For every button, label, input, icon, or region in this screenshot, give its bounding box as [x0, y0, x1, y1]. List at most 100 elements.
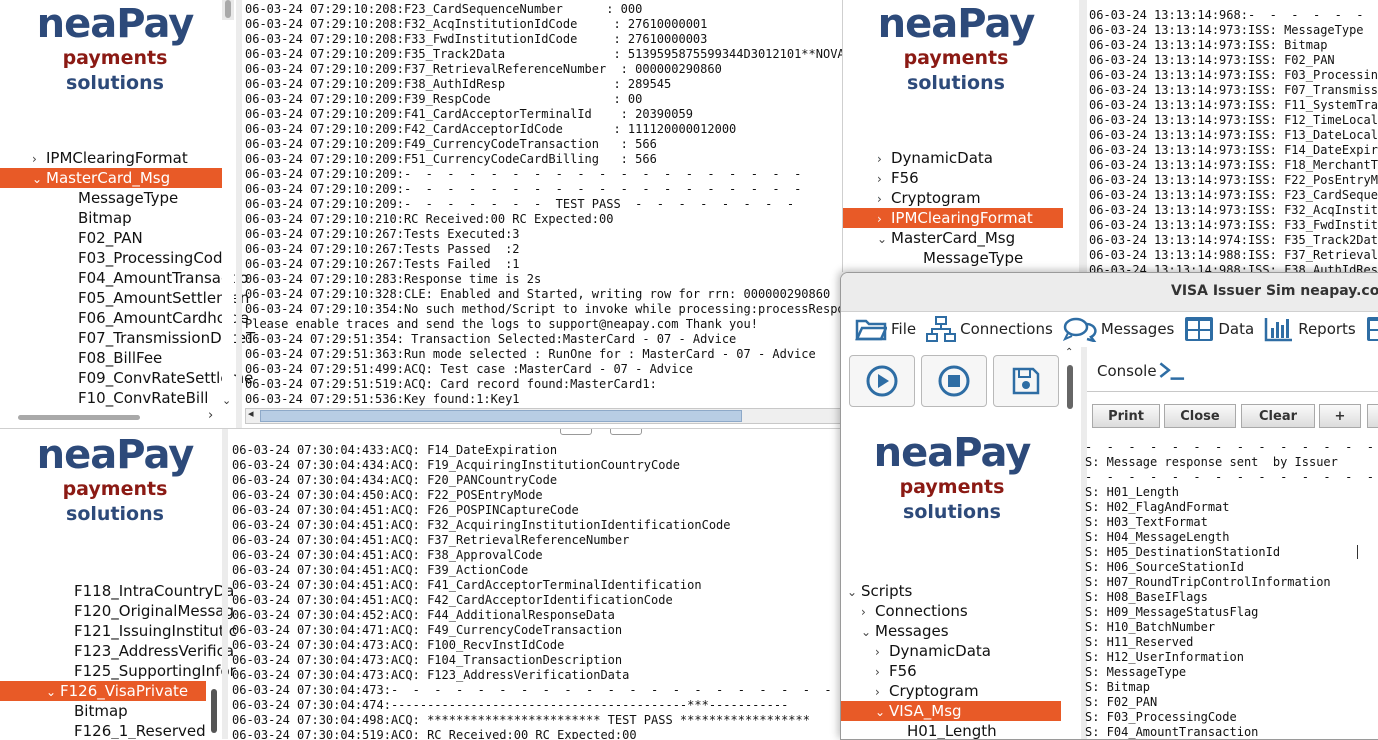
w1-tree-top-scrollbar[interactable]: [222, 0, 234, 20]
scroll-up-icon[interactable]: ⌃: [1065, 347, 1073, 358]
tree-item[interactable]: F121_IssuingInstitutic: [0, 621, 237, 641]
tree-item[interactable]: F06_AmountCardholde: [0, 308, 249, 328]
w1-log-divider[interactable]: [236, 0, 242, 428]
menu-data-label: Data: [1218, 320, 1255, 338]
log-line: S: H03_TextFormat: [1085, 515, 1208, 529]
log-line: 06-03-24 07:30:04:451:ACQ: F38_ApprovalC…: [232, 548, 543, 562]
tree-item[interactable]: F04_AmountTransactio: [0, 268, 248, 288]
stop-button[interactable]: [921, 355, 987, 407]
tree-item[interactable]: F118_IntraCountryDa: [0, 581, 234, 601]
tree-item[interactable]: F120_OriginalMessag: [0, 601, 234, 621]
window-visa-acquirer: neaPay payments solutions F118_IntraCoun…: [0, 428, 842, 739]
w2-message-tree: F118_IntraCountryDa F120_OriginalMessag F1…: [0, 581, 237, 739]
tree-item[interactable]: › F56: [843, 168, 1063, 188]
chevron-down-icon[interactable]: ⌄: [861, 622, 875, 642]
w1-tree-hscroll[interactable]: ›: [0, 408, 222, 424]
tree-item[interactable]: F09_ConvRateSettleme: [0, 368, 253, 388]
tree-item[interactable]: › Connections: [841, 601, 1061, 621]
run-button[interactable]: [849, 355, 915, 407]
log-line: 06-03-24 07:30:04:434:ACQ: F20_PANCountr…: [232, 473, 558, 487]
menu-more[interactable]: [1366, 316, 1378, 342]
log-line: 06-03-24 07:30:04:434:ACQ: F19_Acquiring…: [232, 458, 680, 472]
w4-left-vscroll[interactable]: ⌃: [1065, 347, 1075, 411]
tree-item-label: Scripts: [861, 582, 913, 600]
w3-log-divider[interactable]: [1079, 0, 1087, 272]
save-icon: [1012, 367, 1040, 395]
log-line: 06-03-24 13:13:14:973:ISS: F23_CardSeque…: [1089, 188, 1378, 202]
tree-item[interactable]: F125_SupportingInfor: [0, 661, 236, 681]
scroll-down-icon[interactable]: ⌄: [222, 394, 231, 407]
tree-item[interactable]: ⌄ Messages: [841, 621, 1061, 641]
chevron-right-icon[interactable]: ›: [877, 189, 891, 209]
tree-item[interactable]: ⌄ VISA_Msg: [841, 701, 1061, 721]
chevron-down-icon[interactable]: ⌄: [877, 229, 891, 249]
w2-log-divider[interactable]: [222, 429, 228, 739]
chevron-right-icon[interactable]: ›: [877, 209, 891, 229]
menu-reports[interactable]: Reports: [1264, 316, 1356, 342]
tree-item[interactable]: › F56: [841, 661, 1061, 681]
clear-button[interactable]: Clear: [1241, 404, 1315, 428]
add-button[interactable]: +: [1319, 404, 1361, 428]
log-line: 06-03-24 07:30:04:498:ACQ: *************…: [232, 713, 810, 727]
chevron-down-icon[interactable]: ⌄: [875, 702, 889, 722]
print-button[interactable]: Print: [1092, 404, 1160, 428]
tree-item[interactable]: F02_PAN: [0, 228, 222, 248]
chevron-down-icon[interactable]: ⌄: [32, 169, 46, 189]
menu-data[interactable]: Data: [1184, 316, 1254, 342]
tree-item[interactable]: › IPMClearingFormat: [843, 208, 1063, 228]
window-title: VISA Issuer Sim neapay.com L: [1171, 283, 1378, 299]
menu-connections[interactable]: Connections: [926, 316, 1053, 342]
chevron-right-icon[interactable]: ›: [877, 169, 891, 189]
tree-item[interactable]: F08_BillFee: [0, 348, 222, 368]
scroll-left-icon[interactable]: ◂: [248, 407, 254, 420]
tree-item[interactable]: › Cryptogram: [843, 188, 1063, 208]
w4-titlebar[interactable]: VISA Issuer Sim neapay.com L: [841, 273, 1378, 312]
tree-item-label: MessageType: [923, 249, 1024, 267]
tree-item[interactable]: MessageType: [0, 188, 222, 208]
log-line: 06-03-24 07:29:10:209:F51_CurrencyCodeCa…: [245, 152, 657, 166]
chevron-right-icon[interactable]: ›: [861, 602, 875, 622]
tree-item[interactable]: Bitmap: [0, 208, 222, 228]
tree-item[interactable]: F03_ProcessingCode: [0, 248, 232, 268]
menu-messages[interactable]: Messages: [1062, 316, 1174, 342]
tree-item[interactable]: F10_ConvRateBill: [0, 388, 222, 408]
w1-tree-vscroll[interactable]: ⌄: [222, 148, 234, 410]
chevron-right-icon[interactable]: ›: [32, 149, 46, 169]
tab-console[interactable]: Console: [1091, 353, 1187, 389]
tree-item[interactable]: F123_AddressVerifica: [0, 641, 234, 661]
w1-log-hscroll[interactable]: ◂: [245, 407, 842, 424]
chevron-right-icon[interactable]: ›: [875, 662, 889, 682]
tree-item-label: F118_IntraCountryDa: [74, 582, 235, 600]
log-line: S: H02_FlagAndFormat: [1085, 500, 1230, 514]
tree-item[interactable]: H01_Length: [841, 721, 1061, 739]
menu-file[interactable]: File: [855, 317, 916, 341]
neapay-logo: neaPay payments solutions: [867, 431, 1037, 525]
more-button[interactable]: [1367, 404, 1378, 428]
chevron-right-icon[interactable]: ›: [875, 682, 889, 702]
tree-item[interactable]: ⌄ MasterCard_Msg: [843, 228, 1063, 248]
tree-item[interactable]: MessageType: [843, 248, 1063, 268]
tree-item[interactable]: ⌄ MasterCard_Msg: [0, 168, 222, 188]
scroll-right-icon[interactable]: ›: [208, 408, 213, 423]
log-line: 06-03-24 07:29:51:536:Key found:1:Key1: [245, 392, 520, 406]
chevron-down-icon[interactable]: ⌄: [847, 582, 861, 602]
tree-item[interactable]: › DynamicData: [843, 148, 1063, 168]
logo-line2: solutions: [903, 501, 1001, 523]
tree-item[interactable]: F05_AmountSettlemen: [0, 288, 249, 308]
save-button[interactable]: [993, 355, 1059, 407]
chevron-down-icon[interactable]: ⌄: [46, 682, 60, 702]
w2-tree-vscroll[interactable]: [210, 681, 218, 739]
tree-item[interactable]: ⌄ Scripts: [841, 581, 1061, 601]
log-line: 06-03-24 07:29:51:499:ACQ: Test case :Ma…: [245, 362, 693, 376]
tree-item[interactable]: F126_1_Reserved: [0, 721, 206, 739]
tree-item[interactable]: Bitmap: [0, 701, 206, 721]
chevron-right-icon[interactable]: ›: [877, 149, 891, 169]
tree-item[interactable]: › Cryptogram: [841, 681, 1061, 701]
chevron-right-icon[interactable]: ›: [875, 642, 889, 662]
log-line: 06-03-24 07:30:04:451:ACQ: F42_CardAccep…: [232, 593, 673, 607]
tree-item[interactable]: F07_TransmissionDateT: [0, 328, 255, 348]
tree-item[interactable]: › IPMClearingFormat: [0, 148, 222, 168]
tree-item[interactable]: › DynamicData: [841, 641, 1061, 661]
close-button[interactable]: Close: [1164, 404, 1236, 428]
tree-item[interactable]: ⌄ F126_VisaPrivate: [0, 681, 206, 701]
